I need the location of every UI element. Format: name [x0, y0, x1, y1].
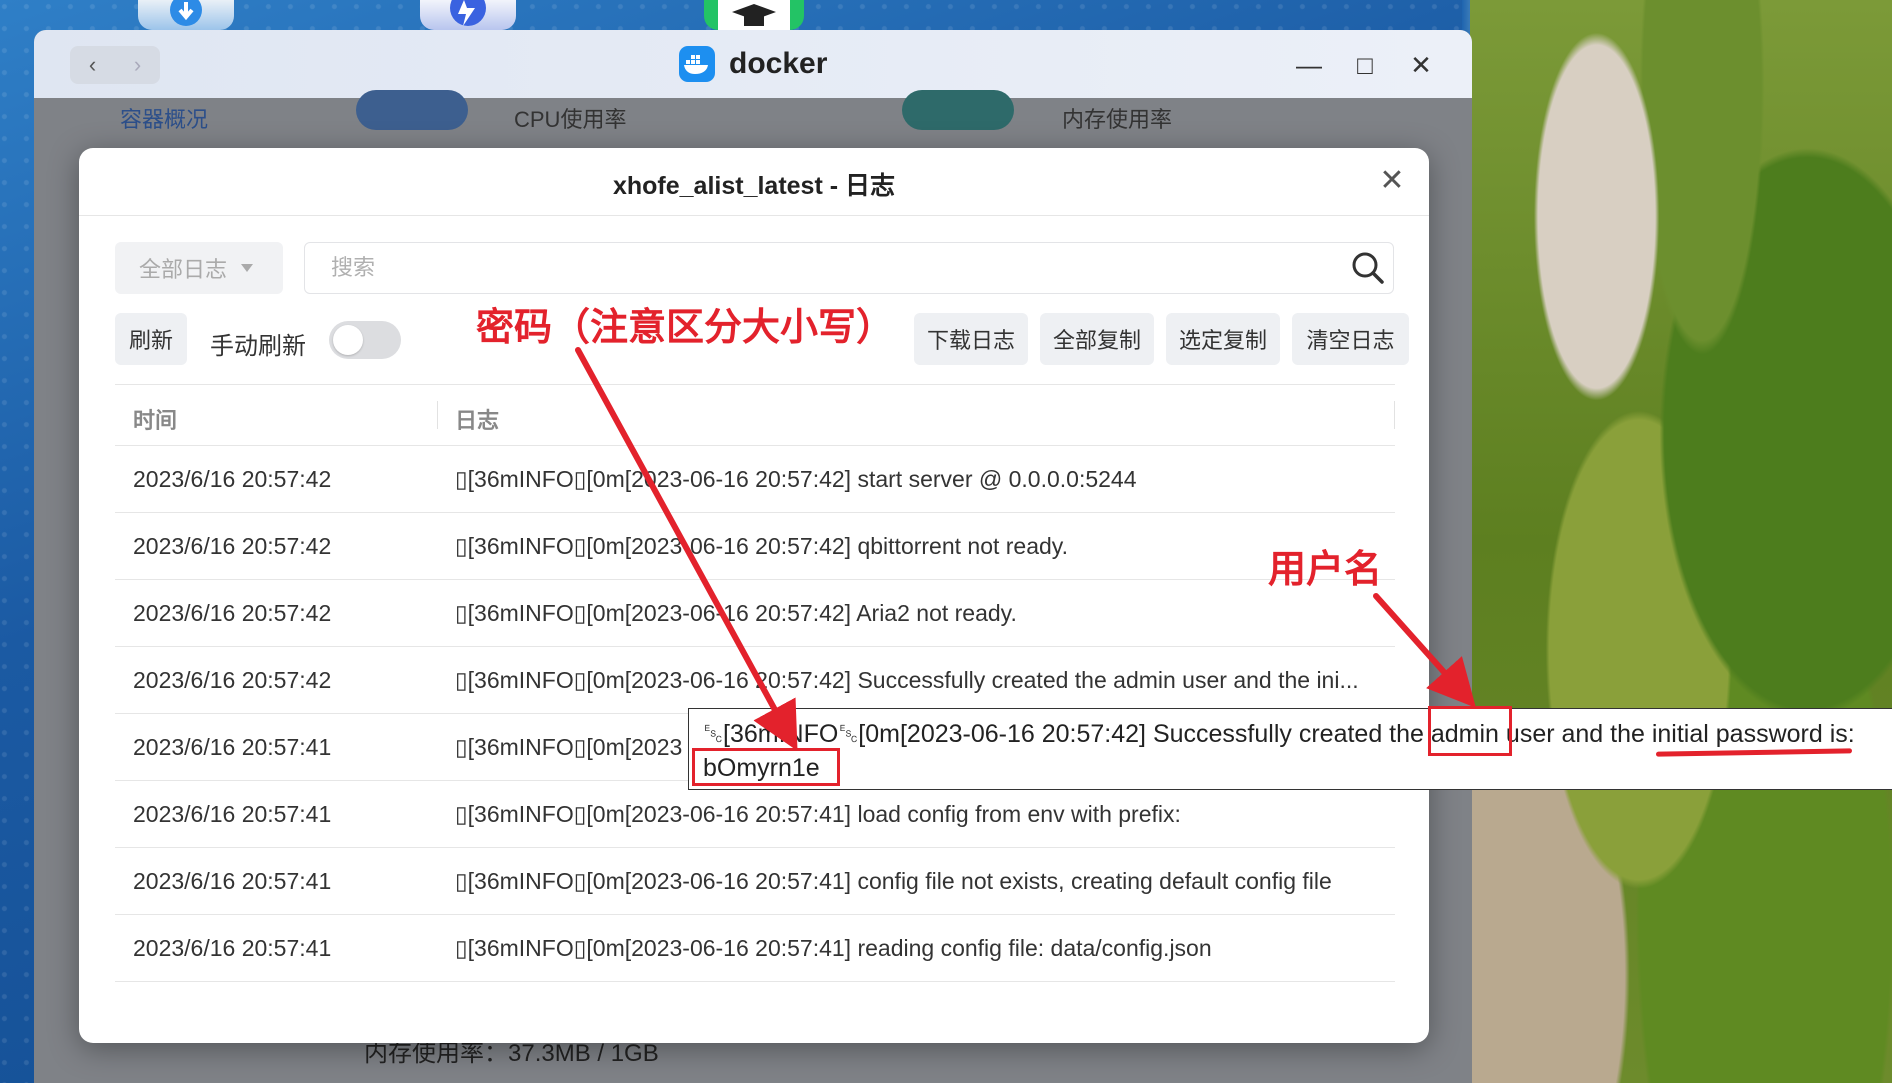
annotation-arrows	[575, 347, 1476, 752]
password-arrow	[575, 347, 798, 752]
username-arrow	[1373, 593, 1476, 708]
